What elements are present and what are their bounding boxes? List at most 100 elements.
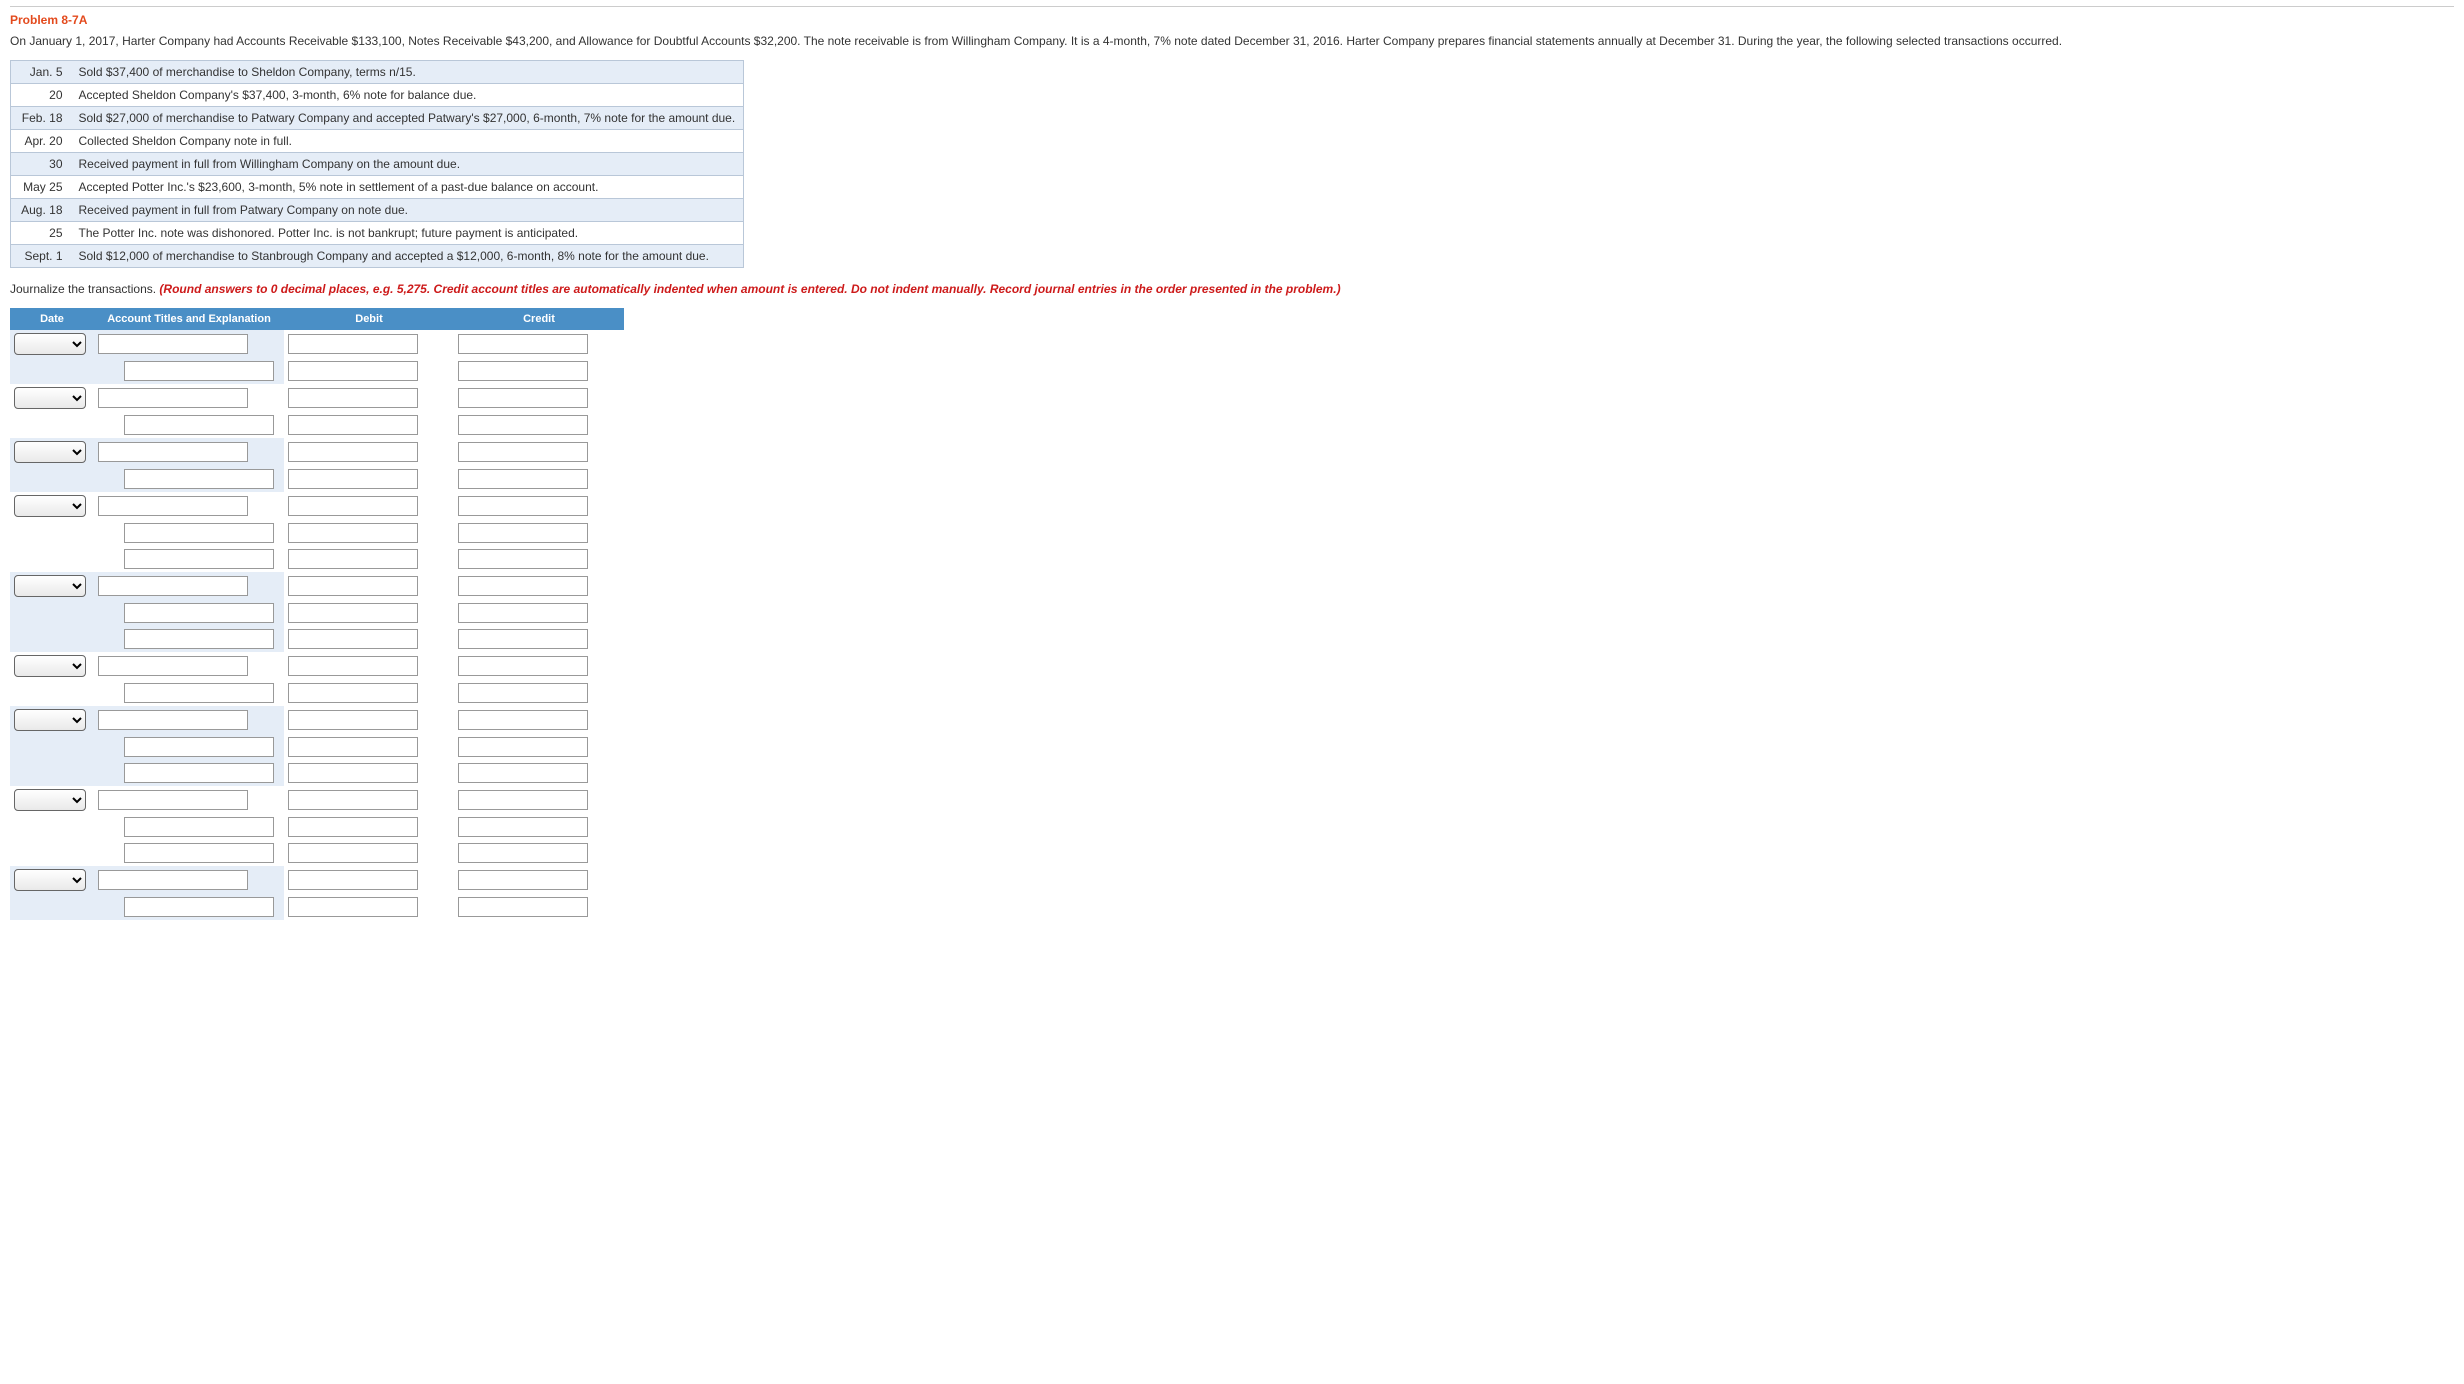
account-title-input[interactable]	[98, 334, 248, 354]
debit-input[interactable]	[288, 523, 418, 543]
credit-input[interactable]	[458, 897, 588, 917]
debit-input[interactable]	[288, 710, 418, 730]
transaction-description: Sold $37,400 of merchandise to Sheldon C…	[71, 61, 744, 84]
account-title-input[interactable]	[124, 843, 274, 863]
account-title-input[interactable]	[124, 415, 274, 435]
debit-input[interactable]	[288, 683, 418, 703]
date-select[interactable]	[14, 387, 86, 409]
account-title-input[interactable]	[98, 442, 248, 462]
debit-input[interactable]	[288, 656, 418, 676]
journal-row	[10, 814, 624, 840]
transaction-description: Received payment in full from Patwary Co…	[71, 199, 744, 222]
date-select[interactable]	[14, 441, 86, 463]
journal-row	[10, 492, 624, 520]
credit-input[interactable]	[458, 576, 588, 596]
journal-row	[10, 330, 624, 358]
journal-row	[10, 680, 624, 706]
credit-input[interactable]	[458, 737, 588, 757]
credit-input[interactable]	[458, 549, 588, 569]
credit-input[interactable]	[458, 843, 588, 863]
debit-input[interactable]	[288, 763, 418, 783]
credit-input[interactable]	[458, 496, 588, 516]
account-title-input[interactable]	[98, 576, 248, 596]
credit-input[interactable]	[458, 361, 588, 381]
account-title-input[interactable]	[124, 361, 274, 381]
account-title-input[interactable]	[98, 388, 248, 408]
journal-row	[10, 546, 624, 572]
date-select[interactable]	[14, 575, 86, 597]
account-title-input[interactable]	[124, 603, 274, 623]
debit-input[interactable]	[288, 870, 418, 890]
debit-input[interactable]	[288, 843, 418, 863]
debit-input[interactable]	[288, 817, 418, 837]
date-select[interactable]	[14, 495, 86, 517]
date-select[interactable]	[14, 789, 86, 811]
account-title-input[interactable]	[124, 523, 274, 543]
debit-input[interactable]	[288, 603, 418, 623]
account-title-input[interactable]	[124, 763, 274, 783]
date-select[interactable]	[14, 333, 86, 355]
credit-input[interactable]	[458, 388, 588, 408]
credit-input[interactable]	[458, 523, 588, 543]
account-title-input[interactable]	[98, 656, 248, 676]
account-title-input[interactable]	[124, 469, 274, 489]
journal-row	[10, 600, 624, 626]
debit-input[interactable]	[288, 442, 418, 462]
credit-input[interactable]	[458, 656, 588, 676]
transaction-description: Accepted Potter Inc.'s $23,600, 3-month,…	[71, 176, 744, 199]
debit-input[interactable]	[288, 415, 418, 435]
credit-input[interactable]	[458, 415, 588, 435]
transactions-table: Jan. 5Sold $37,400 of merchandise to She…	[10, 60, 744, 268]
debit-input[interactable]	[288, 737, 418, 757]
credit-input[interactable]	[458, 763, 588, 783]
debit-input[interactable]	[288, 388, 418, 408]
transaction-description: Received payment in full from Willingham…	[71, 153, 744, 176]
transaction-date: 20	[11, 84, 71, 107]
debit-input[interactable]	[288, 629, 418, 649]
account-title-input[interactable]	[98, 790, 248, 810]
problem-title: Problem 8-7A	[10, 13, 2454, 27]
journal-entry-table: Date Account Titles and Explanation Debi…	[10, 308, 624, 920]
transaction-date: Aug. 18	[11, 199, 71, 222]
journalize-hint: (Round answers to 0 decimal places, e.g.…	[159, 282, 1340, 296]
debit-input[interactable]	[288, 549, 418, 569]
credit-input[interactable]	[458, 603, 588, 623]
account-title-input[interactable]	[124, 549, 274, 569]
account-title-input[interactable]	[124, 629, 274, 649]
credit-input[interactable]	[458, 870, 588, 890]
account-title-input[interactable]	[98, 496, 248, 516]
debit-input[interactable]	[288, 897, 418, 917]
journal-row	[10, 520, 624, 546]
credit-input[interactable]	[458, 683, 588, 703]
credit-input[interactable]	[458, 790, 588, 810]
credit-input[interactable]	[458, 442, 588, 462]
account-title-input[interactable]	[124, 737, 274, 757]
account-title-input[interactable]	[124, 897, 274, 917]
journal-row	[10, 734, 624, 760]
journal-row	[10, 840, 624, 866]
debit-input[interactable]	[288, 469, 418, 489]
date-select[interactable]	[14, 869, 86, 891]
account-title-input[interactable]	[98, 870, 248, 890]
account-title-input[interactable]	[124, 683, 274, 703]
account-title-input[interactable]	[124, 817, 274, 837]
journal-row	[10, 466, 624, 492]
date-select[interactable]	[14, 655, 86, 677]
debit-input[interactable]	[288, 361, 418, 381]
credit-input[interactable]	[458, 710, 588, 730]
debit-input[interactable]	[288, 790, 418, 810]
debit-input[interactable]	[288, 496, 418, 516]
credit-input[interactable]	[458, 629, 588, 649]
journalize-instruction: Journalize the transactions. (Round answ…	[10, 282, 2454, 296]
credit-input[interactable]	[458, 334, 588, 354]
journal-header-date: Date	[10, 308, 94, 330]
debit-input[interactable]	[288, 334, 418, 354]
journalize-lead: Journalize the transactions.	[10, 282, 159, 296]
credit-input[interactable]	[458, 817, 588, 837]
account-title-input[interactable]	[98, 710, 248, 730]
credit-input[interactable]	[458, 469, 588, 489]
transaction-date: 25	[11, 222, 71, 245]
date-select[interactable]	[14, 709, 86, 731]
journal-row	[10, 786, 624, 814]
debit-input[interactable]	[288, 576, 418, 596]
